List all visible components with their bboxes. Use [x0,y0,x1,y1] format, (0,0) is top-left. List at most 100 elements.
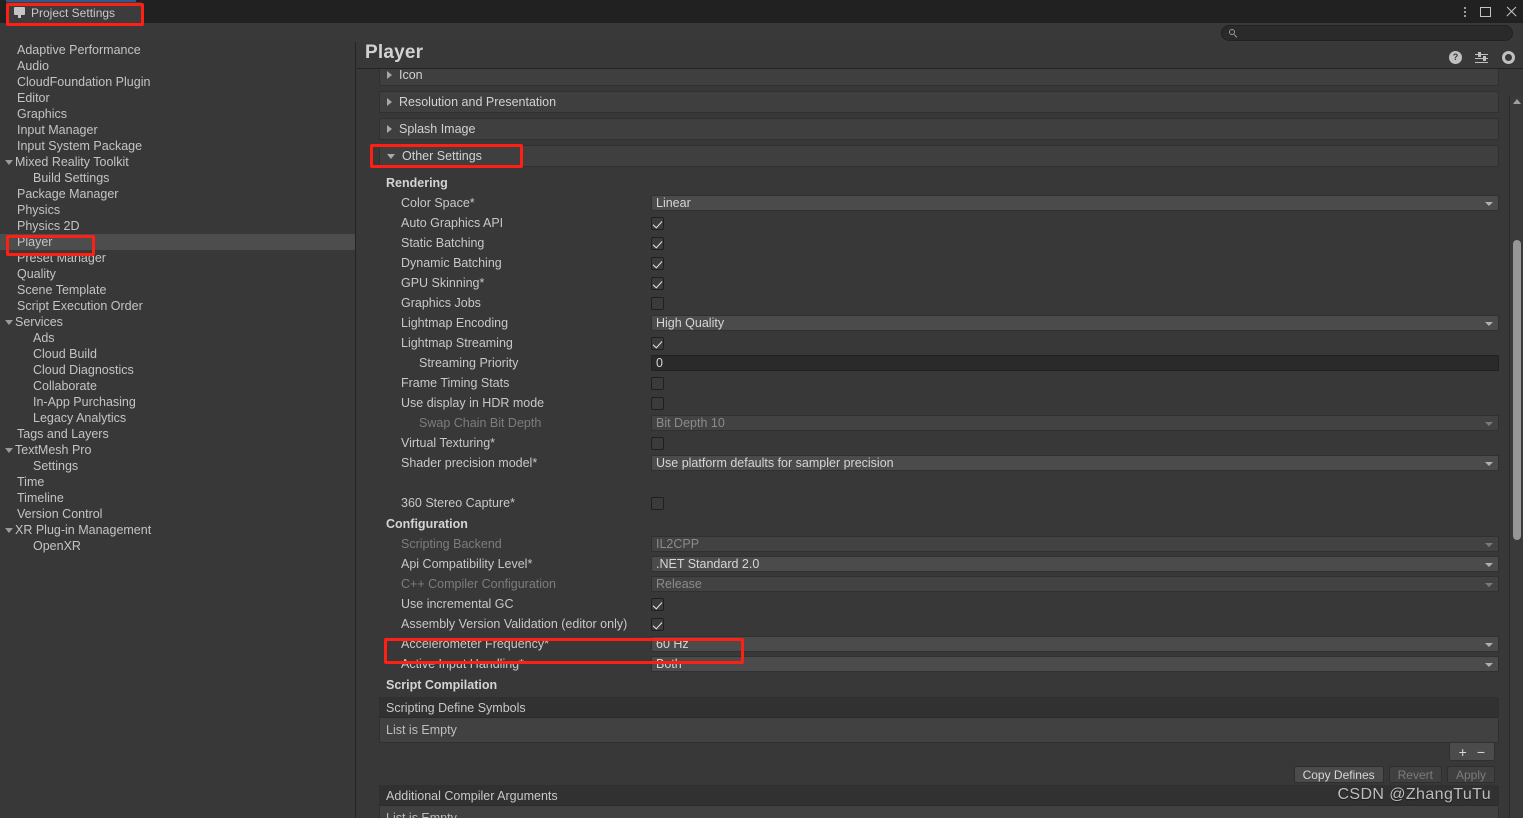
search-input[interactable] [1238,27,1512,39]
page-title: Player [365,42,423,64]
chevron-right-icon [387,71,392,79]
dropdown-c++-compiler-configuration: Release [651,576,1499,592]
checkbox-virtual-texturing[interactable] [651,437,664,450]
list-header: Scripting Define Symbols [380,698,1498,718]
rendering-rows: Color Space*LinearAuto Graphics APIStati… [379,193,1499,513]
dropdown-lightmap-encoding[interactable]: High Quality [651,315,1499,331]
sidebar-item-tags-and-layers[interactable]: Tags and Layers [0,426,355,442]
checkbox-assembly-version-validation-editor-only[interactable] [651,618,664,631]
sidebar-item-editor[interactable]: Editor [0,90,355,106]
sidebar-item-input-system-package[interactable]: Input System Package [0,138,355,154]
sidebar-item-textmesh-pro[interactable]: TextMesh Pro [0,442,355,458]
checkbox-graphics-jobs[interactable] [651,297,664,310]
checkbox-static-batching[interactable] [651,237,664,250]
checkbox-frame-timing-stats[interactable] [651,377,664,390]
sidebar-item-script-execution-order[interactable]: Script Execution Order [0,298,355,314]
search-box[interactable] [1221,25,1513,41]
dropdown-shader-precision-model[interactable]: Use platform defaults for sampler precis… [651,455,1499,471]
sidebar-item-build-settings[interactable]: Build Settings [0,170,355,186]
sidebar-item-cloud-diagnostics[interactable]: Cloud Diagnostics [0,362,355,378]
checkbox-dynamic-batching[interactable] [651,257,664,270]
foldout-splash-image[interactable]: Splash Image [379,118,1499,140]
chevron-down-icon[interactable] [5,318,14,327]
checkbox-auto-graphics-api[interactable] [651,217,664,230]
close-icon[interactable] [1505,6,1517,18]
sidebar-item-input-manager[interactable]: Input Manager [0,122,355,138]
checkbox-use-incremental-gc[interactable] [651,598,664,611]
sidebar-item-timeline[interactable]: Timeline [0,490,355,506]
chevron-down-icon[interactable] [5,526,14,535]
property-row-color-space: Color Space*Linear [379,193,1499,213]
vertical-scrollbar[interactable] [1509,95,1523,818]
help-icon[interactable]: ? [1449,51,1462,64]
sidebar-item-collaborate[interactable]: Collaborate [0,378,355,394]
dropdown-color-space[interactable]: Linear [651,195,1499,211]
sidebar-item-time[interactable]: Time [0,474,355,490]
property-label: C++ Compiler Configuration [379,577,651,591]
preset-icon[interactable] [1475,52,1489,64]
sidebar-item-package-manager[interactable]: Package Manager [0,186,355,202]
property-row-active-input-handling: Active Input Handling*Both [379,654,1499,674]
foldout-other-settings[interactable]: Other Settings [379,145,1499,167]
sidebar-item-label: Tags and Layers [0,427,109,441]
inspector-scroll-area: Icon Resolution and Presentation Splash Im… [357,69,1509,818]
sidebar-item-settings[interactable]: Settings [0,458,355,474]
property-label: GPU Skinning* [379,276,651,290]
checkbox-gpu-skinning[interactable] [651,277,664,290]
sidebar-item-mixed-reality-toolkit[interactable]: Mixed Reality Toolkit [0,154,355,170]
property-row-frame-timing-stats: Frame Timing Stats [379,373,1499,393]
sidebar-item-graphics[interactable]: Graphics [0,106,355,122]
foldout-resolution-and-presentation[interactable]: Resolution and Presentation [379,91,1499,113]
foldout-icon[interactable]: Icon [379,68,1499,86]
list-box-additional-compiler-arguments: Additional Compiler ArgumentsList is Emp… [379,785,1499,818]
copy-defines-button[interactable]: Copy Defines [1294,766,1384,783]
sidebar-item-preset-manager[interactable]: Preset Manager [0,250,355,266]
remove-item-button[interactable]: − [1477,745,1485,759]
sidebar-item-xr-plug-in-management[interactable]: XR Plug-in Management [0,522,355,538]
tab-project-settings[interactable]: Project Settings [6,2,142,23]
sidebar-item-scene-template[interactable]: Scene Template [0,282,355,298]
dropdown-value: IL2CPP [656,537,699,551]
checkbox-use-display-in-hdr-mode[interactable] [651,397,664,410]
property-label: Api Compatibility Level* [379,557,651,571]
sidebar-item-legacy-analytics[interactable]: Legacy Analytics [0,410,355,426]
kebab-icon[interactable] [1464,7,1466,17]
property-row-360-stereo-capture: 360 Stereo Capture* [379,493,1499,513]
dropdown-value: High Quality [656,316,724,330]
dropdown-scripting-backend: IL2CPP [651,536,1499,552]
dropdown-accelerometer-frequency[interactable]: 60 Hz [651,636,1499,652]
sidebar-item-ads[interactable]: Ads [0,330,355,346]
sidebar-item-audio[interactable]: Audio [0,58,355,74]
sidebar-item-in-app-purchasing[interactable]: In-App Purchasing [0,394,355,410]
chevron-down-icon[interactable] [5,446,14,455]
sidebar-item-player[interactable]: Player [0,234,355,250]
revert-button: Revert [1389,766,1442,783]
sidebar-item-label: Script Execution Order [0,299,143,313]
gear-icon[interactable] [1502,51,1515,64]
scrollbar-thumb[interactable] [1513,240,1521,540]
sidebar-item-cloudfoundation-plugin[interactable]: CloudFoundation Plugin [0,74,355,90]
text-field-streaming-priority[interactable]: 0 [651,355,1499,371]
sidebar-item-physics-2d[interactable]: Physics 2D [0,218,355,234]
sidebar-item-adaptive-performance[interactable]: Adaptive Performance [0,42,355,58]
scroll-up-arrow-icon[interactable] [1513,99,1521,104]
settings-sidebar[interactable]: Adaptive PerformanceAudioCloudFoundation… [0,42,356,818]
sidebar-item-physics[interactable]: Physics [0,202,355,218]
sidebar-item-cloud-build[interactable]: Cloud Build [0,346,355,362]
sidebar-item-quality[interactable]: Quality [0,266,355,282]
unity-project-settings-window: Project Settings Adaptive PerformanceAud… [0,0,1523,818]
sidebar-item-label: Timeline [0,491,64,505]
maximize-icon[interactable] [1480,7,1491,17]
sidebar-item-services[interactable]: Services [0,314,355,330]
checkbox-360-stereo-capture[interactable] [651,497,664,510]
sidebar-item-version-control[interactable]: Version Control [0,506,355,522]
sidebar-item-label: Mixed Reality Toolkit [15,155,129,169]
chevron-down-icon[interactable] [5,158,14,167]
checkbox-lightmap-streaming[interactable] [651,337,664,350]
dropdown-api-compatibility-level[interactable]: .NET Standard 2.0 [651,556,1499,572]
add-item-button[interactable]: + [1459,745,1467,759]
dropdown-active-input-handling[interactable]: Both [651,656,1499,672]
list-tool-pill: +− [1449,743,1495,761]
sidebar-item-openxr[interactable]: OpenXR [0,538,355,554]
sidebar-item-label: Input System Package [0,139,142,153]
